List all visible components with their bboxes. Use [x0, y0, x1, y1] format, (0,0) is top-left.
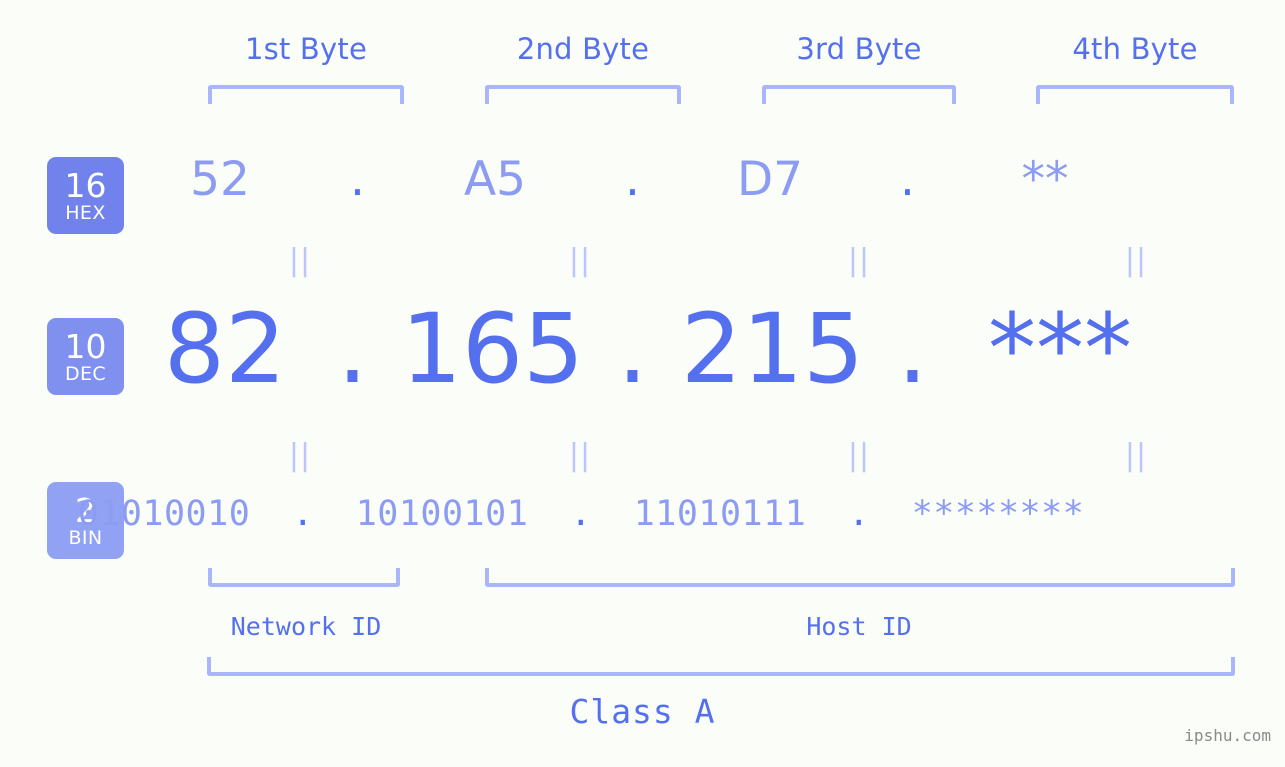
equals-connector-hex-dec-2: || [568, 243, 592, 278]
equals-connector-dec-bin-4: || [1124, 438, 1148, 473]
bin-separator-3: . [848, 494, 870, 534]
network-id-bracket [208, 568, 400, 587]
dec-separator-3: . [897, 293, 928, 405]
class-bracket [207, 657, 1235, 676]
byte-heading-4: 4th Byte [1072, 32, 1198, 66]
bin-byte-1: 01010010 [77, 494, 251, 534]
byte-bracket-4 [1036, 85, 1234, 104]
base-badge-dec: 10 DEC [47, 318, 124, 395]
byte-bracket-3 [762, 85, 956, 104]
hex-byte-4: ** [1021, 152, 1069, 207]
watermark: ipshu.com [1184, 726, 1271, 745]
dec-byte-3: 215 [680, 293, 865, 405]
hex-separator-1: . [350, 152, 365, 207]
byte-heading-1: 1st Byte [244, 32, 368, 66]
dec-byte-4: *** [988, 293, 1132, 405]
dec-separator-2: . [617, 293, 648, 405]
dec-value-row: 82 . 165 . 215 . *** [140, 293, 1285, 405]
base-badge-dec-name: DEC [64, 362, 107, 385]
equals-connector-dec-bin-2: || [568, 438, 592, 473]
base-badge-dec-number: 10 [64, 326, 107, 366]
bin-separator-1: . [292, 494, 314, 534]
bin-value-row: 01010010 . 10100101 . 11010111 . *******… [78, 494, 1285, 534]
bin-byte-3: 11010111 [633, 494, 807, 534]
dec-byte-1: 82 [163, 293, 287, 405]
host-id-bracket [485, 568, 1235, 587]
equals-connector-hex-dec-3: || [847, 243, 871, 278]
hex-value-row: 52 . A5 . D7 . ** [140, 152, 1285, 207]
bin-byte-4: ******** [911, 494, 1085, 534]
class-label: Class A [569, 692, 716, 731]
bin-byte-2: 10100101 [355, 494, 529, 534]
byte-bracket-1 [208, 85, 404, 104]
base-badge-hex-name: HEX [65, 201, 106, 224]
hex-byte-3: D7 [736, 152, 804, 207]
network-id-label: Network ID [230, 612, 382, 641]
dec-separator-1: . [337, 293, 368, 405]
equals-connector-dec-bin-3: || [847, 438, 871, 473]
dec-byte-2: 165 [400, 293, 585, 405]
hex-byte-1: 52 [190, 152, 250, 207]
byte-heading-2: 2nd Byte [516, 32, 650, 66]
base-badge-hex-number: 16 [64, 165, 107, 205]
byte-bracket-2 [485, 85, 681, 104]
hex-byte-2: A5 [463, 152, 527, 207]
base-badge-hex: 16 HEX [47, 157, 124, 234]
equals-connector-dec-bin-1: || [288, 438, 312, 473]
ip-address-breakdown-figure: 1st Byte 2nd Byte 3rd Byte 4th Byte 16 H… [0, 0, 1285, 767]
hex-separator-2: . [625, 152, 640, 207]
bin-separator-2: . [570, 494, 592, 534]
hex-separator-3: . [900, 152, 915, 207]
equals-connector-hex-dec-1: || [288, 243, 312, 278]
equals-connector-hex-dec-4: || [1124, 243, 1148, 278]
host-id-label: Host ID [806, 612, 912, 641]
byte-heading-3: 3rd Byte [796, 32, 922, 66]
